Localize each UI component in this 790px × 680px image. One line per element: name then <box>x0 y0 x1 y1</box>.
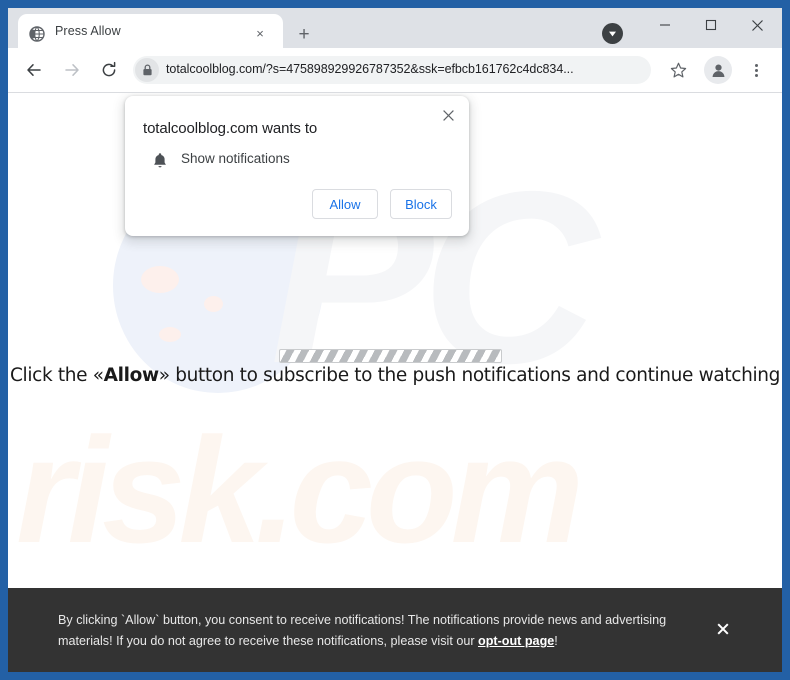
profile-avatar-icon[interactable] <box>704 56 732 84</box>
consent-close-icon[interactable] <box>712 618 734 640</box>
three-dot-menu-icon[interactable] <box>742 56 770 84</box>
window-minimize-button[interactable] <box>642 8 688 42</box>
watermark-dot <box>204 296 223 312</box>
loading-progress-bar <box>279 349 502 363</box>
url-text: totalcoolblog.com/?s=475898929926787352&… <box>166 62 574 76</box>
allow-button[interactable]: Allow <box>312 189 378 219</box>
bell-icon <box>151 151 169 169</box>
download-arrow-icon[interactable] <box>602 23 623 44</box>
dialog-title: totalcoolblog.com wants to <box>143 120 318 137</box>
new-tab-button[interactable]: + <box>290 20 318 48</box>
window-maximize-button[interactable] <box>688 8 734 42</box>
tab-strip: Press Allow × + <box>8 8 782 48</box>
headline-prefix: Click the « <box>9 365 104 386</box>
consent-text: By clicking `Allow` button, you consent … <box>58 610 688 652</box>
globe-icon <box>29 26 45 42</box>
reload-icon[interactable] <box>95 56 123 84</box>
permission-label: Show notifications <box>181 151 290 166</box>
watermark-dot <box>141 266 179 293</box>
browser-window: Press Allow × + totalcoolblog.com/?s=475… <box>0 0 790 680</box>
notification-permission-dialog: totalcoolblog.com wants to Show notifica… <box>125 96 469 236</box>
headline-suffix: » button to subscribe to the push notifi… <box>158 365 781 386</box>
tab-title: Press Allow <box>55 24 121 38</box>
browser-toolbar: totalcoolblog.com/?s=475898929926787352&… <box>8 48 782 93</box>
consent-banner: By clicking `Allow` button, you consent … <box>8 588 782 672</box>
opt-out-link[interactable]: opt-out page <box>478 634 554 648</box>
page-headline: Click the «Allow» button to subscribe to… <box>8 365 782 386</box>
headline-allow-emphasis: Allow <box>103 365 159 386</box>
lock-icon[interactable] <box>135 58 159 82</box>
tab-close-icon[interactable]: × <box>250 23 270 43</box>
dialog-close-icon[interactable] <box>435 102 461 128</box>
page-viewport: PC risk.com Click the «Allow» button to … <box>8 93 782 672</box>
watermark-risk-text: risk.com <box>16 406 584 574</box>
back-arrow-icon[interactable] <box>20 56 48 84</box>
browser-window-content: Press Allow × + totalcoolblog.com/?s=475… <box>8 8 782 672</box>
star-icon[interactable] <box>664 56 692 84</box>
address-bar[interactable]: totalcoolblog.com/?s=475898929926787352&… <box>133 56 651 84</box>
consent-text-before: By clicking `Allow` button, you consent … <box>58 613 667 648</box>
block-button[interactable]: Block <box>390 189 452 219</box>
consent-text-after: ! <box>554 634 558 648</box>
window-close-button[interactable] <box>734 8 780 42</box>
forward-arrow-icon <box>58 56 86 84</box>
watermark-dot <box>159 327 181 342</box>
